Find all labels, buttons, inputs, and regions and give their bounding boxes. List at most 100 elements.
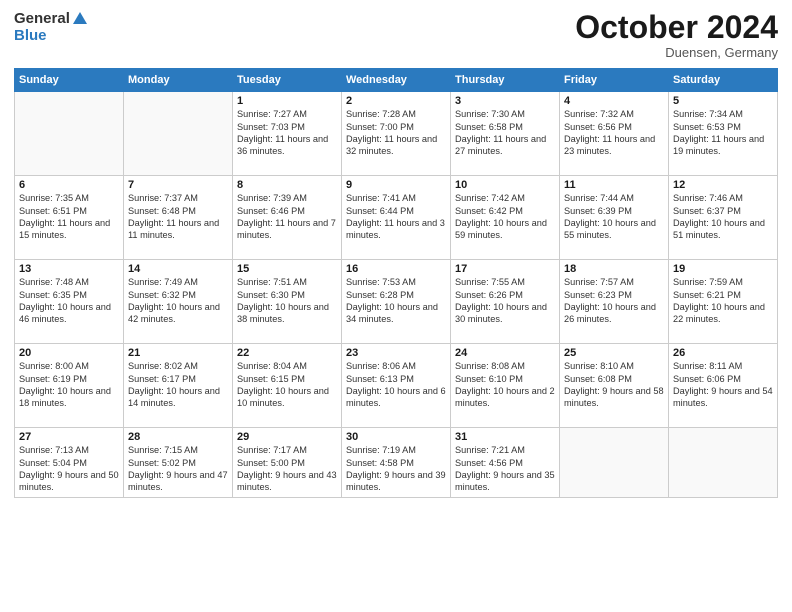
day-number: 24 xyxy=(455,347,555,359)
calendar-cell: 28Sunrise: 7:15 AM Sunset: 5:02 PM Dayli… xyxy=(124,428,233,498)
calendar-cell: 5Sunrise: 7:34 AM Sunset: 6:53 PM Daylig… xyxy=(669,92,778,176)
day-number: 20 xyxy=(19,347,119,359)
calendar-body: 1Sunrise: 7:27 AM Sunset: 7:03 PM Daylig… xyxy=(15,92,778,498)
day-number: 6 xyxy=(19,179,119,191)
day-info: Sunrise: 7:19 AM Sunset: 4:58 PM Dayligh… xyxy=(346,444,446,494)
day-number: 8 xyxy=(237,179,337,191)
day-number: 18 xyxy=(564,263,664,275)
calendar-cell xyxy=(669,428,778,498)
calendar-day-header: Monday xyxy=(124,69,233,92)
day-info: Sunrise: 7:51 AM Sunset: 6:30 PM Dayligh… xyxy=(237,276,337,326)
calendar-cell: 23Sunrise: 8:06 AM Sunset: 6:13 PM Dayli… xyxy=(342,344,451,428)
calendar-cell: 3Sunrise: 7:30 AM Sunset: 6:58 PM Daylig… xyxy=(451,92,560,176)
day-number: 1 xyxy=(237,95,337,107)
calendar-day-header: Tuesday xyxy=(233,69,342,92)
calendar-week-row: 6Sunrise: 7:35 AM Sunset: 6:51 PM Daylig… xyxy=(15,176,778,260)
calendar-cell: 8Sunrise: 7:39 AM Sunset: 6:46 PM Daylig… xyxy=(233,176,342,260)
day-info: Sunrise: 7:49 AM Sunset: 6:32 PM Dayligh… xyxy=(128,276,228,326)
day-number: 15 xyxy=(237,263,337,275)
calendar-cell: 19Sunrise: 7:59 AM Sunset: 6:21 PM Dayli… xyxy=(669,260,778,344)
day-number: 14 xyxy=(128,263,228,275)
calendar-week-row: 27Sunrise: 7:13 AM Sunset: 5:04 PM Dayli… xyxy=(15,428,778,498)
calendar-cell: 7Sunrise: 7:37 AM Sunset: 6:48 PM Daylig… xyxy=(124,176,233,260)
day-number: 26 xyxy=(673,347,773,359)
calendar-cell: 31Sunrise: 7:21 AM Sunset: 4:56 PM Dayli… xyxy=(451,428,560,498)
calendar-day-header: Saturday xyxy=(669,69,778,92)
calendar-cell: 17Sunrise: 7:55 AM Sunset: 6:26 PM Dayli… xyxy=(451,260,560,344)
calendar-week-row: 13Sunrise: 7:48 AM Sunset: 6:35 PM Dayli… xyxy=(15,260,778,344)
page: General Blue October 2024 Duensen, Germa… xyxy=(0,0,792,612)
calendar-cell: 9Sunrise: 7:41 AM Sunset: 6:44 PM Daylig… xyxy=(342,176,451,260)
calendar-cell: 15Sunrise: 7:51 AM Sunset: 6:30 PM Dayli… xyxy=(233,260,342,344)
day-info: Sunrise: 7:57 AM Sunset: 6:23 PM Dayligh… xyxy=(564,276,664,326)
calendar-cell: 30Sunrise: 7:19 AM Sunset: 4:58 PM Dayli… xyxy=(342,428,451,498)
calendar-header-row: SundayMondayTuesdayWednesdayThursdayFrid… xyxy=(15,69,778,92)
calendar-week-row: 20Sunrise: 8:00 AM Sunset: 6:19 PM Dayli… xyxy=(15,344,778,428)
day-number: 13 xyxy=(19,263,119,275)
day-number: 9 xyxy=(346,179,446,191)
day-info: Sunrise: 8:10 AM Sunset: 6:08 PM Dayligh… xyxy=(564,360,664,410)
calendar-cell xyxy=(560,428,669,498)
day-number: 30 xyxy=(346,431,446,443)
day-info: Sunrise: 8:06 AM Sunset: 6:13 PM Dayligh… xyxy=(346,360,446,410)
day-info: Sunrise: 7:15 AM Sunset: 5:02 PM Dayligh… xyxy=(128,444,228,494)
calendar-table: SundayMondayTuesdayWednesdayThursdayFrid… xyxy=(14,68,778,498)
logo: General Blue xyxy=(14,10,89,45)
calendar-cell: 13Sunrise: 7:48 AM Sunset: 6:35 PM Dayli… xyxy=(15,260,124,344)
day-number: 29 xyxy=(237,431,337,443)
day-number: 25 xyxy=(564,347,664,359)
location-subtitle: Duensen, Germany xyxy=(575,45,778,60)
day-info: Sunrise: 8:00 AM Sunset: 6:19 PM Dayligh… xyxy=(19,360,119,410)
title-block: October 2024 Duensen, Germany xyxy=(575,10,778,60)
day-number: 22 xyxy=(237,347,337,359)
calendar-cell: 2Sunrise: 7:28 AM Sunset: 7:00 PM Daylig… xyxy=(342,92,451,176)
day-number: 17 xyxy=(455,263,555,275)
day-info: Sunrise: 7:42 AM Sunset: 6:42 PM Dayligh… xyxy=(455,192,555,242)
day-info: Sunrise: 8:11 AM Sunset: 6:06 PM Dayligh… xyxy=(673,360,773,410)
calendar-cell: 25Sunrise: 8:10 AM Sunset: 6:08 PM Dayli… xyxy=(560,344,669,428)
month-title: October 2024 xyxy=(575,10,778,45)
calendar-cell: 18Sunrise: 7:57 AM Sunset: 6:23 PM Dayli… xyxy=(560,260,669,344)
day-info: Sunrise: 8:02 AM Sunset: 6:17 PM Dayligh… xyxy=(128,360,228,410)
header: General Blue October 2024 Duensen, Germa… xyxy=(14,10,778,60)
day-info: Sunrise: 7:53 AM Sunset: 6:28 PM Dayligh… xyxy=(346,276,446,326)
calendar-cell: 11Sunrise: 7:44 AM Sunset: 6:39 PM Dayli… xyxy=(560,176,669,260)
day-number: 2 xyxy=(346,95,446,107)
day-number: 28 xyxy=(128,431,228,443)
calendar-cell xyxy=(15,92,124,176)
calendar-cell: 6Sunrise: 7:35 AM Sunset: 6:51 PM Daylig… xyxy=(15,176,124,260)
calendar-cell: 24Sunrise: 8:08 AM Sunset: 6:10 PM Dayli… xyxy=(451,344,560,428)
day-number: 12 xyxy=(673,179,773,191)
day-info: Sunrise: 7:21 AM Sunset: 4:56 PM Dayligh… xyxy=(455,444,555,494)
day-info: Sunrise: 7:30 AM Sunset: 6:58 PM Dayligh… xyxy=(455,108,555,158)
day-number: 16 xyxy=(346,263,446,275)
day-info: Sunrise: 7:34 AM Sunset: 6:53 PM Dayligh… xyxy=(673,108,773,158)
day-number: 27 xyxy=(19,431,119,443)
calendar-cell: 27Sunrise: 7:13 AM Sunset: 5:04 PM Dayli… xyxy=(15,428,124,498)
day-info: Sunrise: 7:27 AM Sunset: 7:03 PM Dayligh… xyxy=(237,108,337,158)
calendar-cell: 29Sunrise: 7:17 AM Sunset: 5:00 PM Dayli… xyxy=(233,428,342,498)
day-info: Sunrise: 7:17 AM Sunset: 5:00 PM Dayligh… xyxy=(237,444,337,494)
day-info: Sunrise: 7:32 AM Sunset: 6:56 PM Dayligh… xyxy=(564,108,664,158)
calendar-cell: 16Sunrise: 7:53 AM Sunset: 6:28 PM Dayli… xyxy=(342,260,451,344)
day-number: 19 xyxy=(673,263,773,275)
day-number: 5 xyxy=(673,95,773,107)
calendar-cell: 10Sunrise: 7:42 AM Sunset: 6:42 PM Dayli… xyxy=(451,176,560,260)
calendar-cell: 1Sunrise: 7:27 AM Sunset: 7:03 PM Daylig… xyxy=(233,92,342,176)
day-number: 7 xyxy=(128,179,228,191)
day-info: Sunrise: 7:59 AM Sunset: 6:21 PM Dayligh… xyxy=(673,276,773,326)
calendar-day-header: Thursday xyxy=(451,69,560,92)
calendar-cell: 22Sunrise: 8:04 AM Sunset: 6:15 PM Dayli… xyxy=(233,344,342,428)
logo-text: General xyxy=(14,10,89,28)
day-info: Sunrise: 7:41 AM Sunset: 6:44 PM Dayligh… xyxy=(346,192,446,242)
day-number: 11 xyxy=(564,179,664,191)
calendar-day-header: Sunday xyxy=(15,69,124,92)
calendar-cell xyxy=(124,92,233,176)
day-info: Sunrise: 7:55 AM Sunset: 6:26 PM Dayligh… xyxy=(455,276,555,326)
day-info: Sunrise: 7:39 AM Sunset: 6:46 PM Dayligh… xyxy=(237,192,337,242)
day-number: 10 xyxy=(455,179,555,191)
day-info: Sunrise: 7:44 AM Sunset: 6:39 PM Dayligh… xyxy=(564,192,664,242)
calendar-cell: 4Sunrise: 7:32 AM Sunset: 6:56 PM Daylig… xyxy=(560,92,669,176)
day-info: Sunrise: 8:04 AM Sunset: 6:15 PM Dayligh… xyxy=(237,360,337,410)
day-info: Sunrise: 7:46 AM Sunset: 6:37 PM Dayligh… xyxy=(673,192,773,242)
